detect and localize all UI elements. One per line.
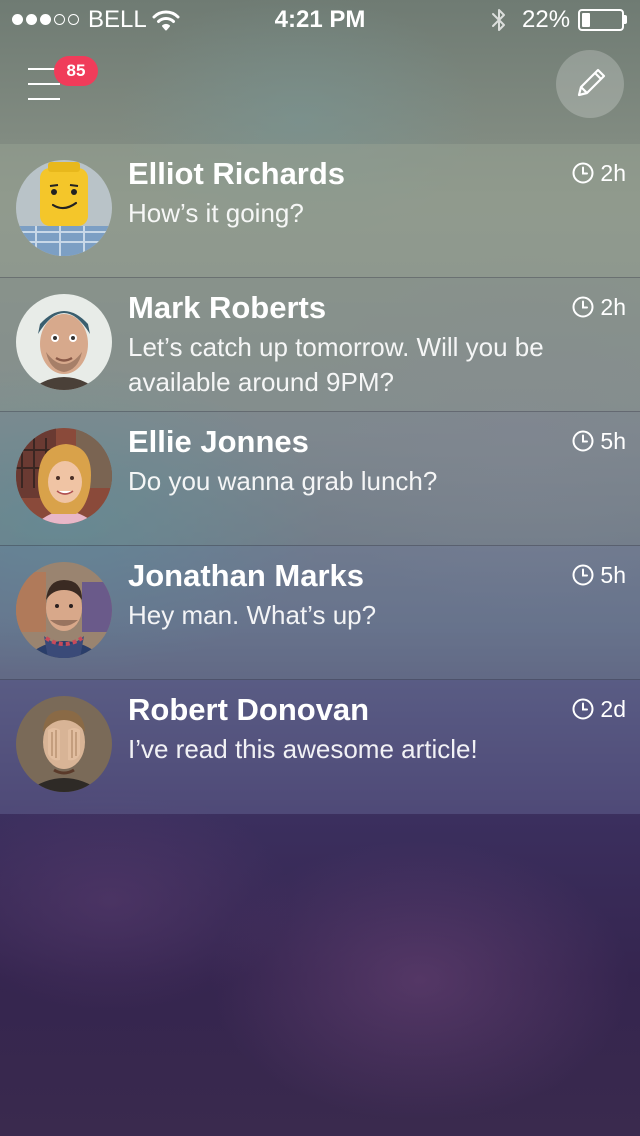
time-label: 2h <box>600 293 626 320</box>
bluetooth-icon <box>492 9 505 31</box>
clock-icon <box>572 162 594 184</box>
contact-name: Mark Roberts <box>128 290 327 325</box>
time-label: 5h <box>600 561 626 588</box>
message-row[interactable]: Mark Roberts Let’s catch up tomorrow. Wi… <box>0 278 640 412</box>
time-label: 5h <box>600 427 626 454</box>
contact-name: Ellie Jonnes <box>128 424 309 459</box>
message-preview: Let’s catch up tomorrow. Will you be ava… <box>128 332 544 397</box>
clock-icon <box>572 296 594 318</box>
message-preview: How’s it going? <box>128 198 304 228</box>
battery-percentage: 22% <box>522 6 571 33</box>
message-time: 2h <box>572 294 626 320</box>
message-preview: I’ve read this awesome article! <box>128 734 478 764</box>
avatar <box>16 428 112 524</box>
battery-nub <box>624 15 627 24</box>
message-row[interactable]: Jonathan Marks Hey man. What’s up? 5h <box>0 546 640 680</box>
time-label: 2d <box>600 695 626 722</box>
message-time: 2d <box>572 696 626 722</box>
avatar <box>16 160 112 256</box>
menu-button[interactable]: 85 <box>22 56 98 112</box>
pencil-icon <box>577 68 606 97</box>
clock-icon <box>572 564 594 586</box>
message-list: Elliot Richards How’s it going? 2h Mark … <box>0 144 640 814</box>
message-time: 5h <box>572 562 626 588</box>
message-preview: Hey man. What’s up? <box>128 600 377 630</box>
contact-name: Elliot Richards <box>128 156 346 191</box>
message-row[interactable]: Ellie Jonnes Do you wanna grab lunch? 5h <box>0 412 640 546</box>
avatar <box>16 562 112 658</box>
avatar <box>16 294 112 390</box>
avatar <box>16 696 112 792</box>
message-row[interactable]: Robert Donovan I’ve read this awesome ar… <box>0 680 640 814</box>
unread-count-badge: 85 <box>54 56 98 86</box>
clock-icon <box>572 430 594 452</box>
contact-name: Robert Donovan <box>128 692 370 727</box>
clock-icon <box>572 698 594 720</box>
time-label: 2h <box>600 159 626 186</box>
compose-button[interactable] <box>556 50 624 118</box>
message-row[interactable]: Elliot Richards How’s it going? 2h <box>0 144 640 278</box>
battery-icon <box>578 9 624 31</box>
battery-level-fill <box>582 13 590 27</box>
contact-name: Jonathan Marks <box>128 558 365 593</box>
status-bar: BELL 4:21 PM 22% <box>0 0 640 40</box>
message-preview: Do you wanna grab lunch? <box>128 466 438 496</box>
message-time: 2h <box>572 160 626 186</box>
message-time: 5h <box>572 428 626 454</box>
